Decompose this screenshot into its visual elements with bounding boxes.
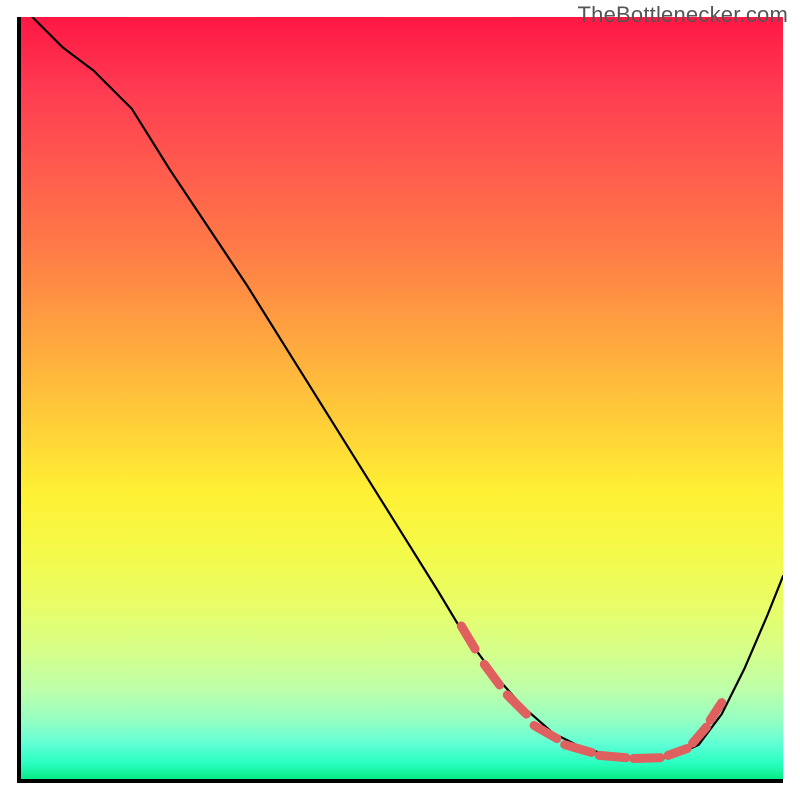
chart-container: TheBottlenecker.com [0, 0, 800, 800]
plot-gradient-background [17, 17, 783, 783]
watermark-text: TheBottlenecker.com [578, 2, 788, 28]
